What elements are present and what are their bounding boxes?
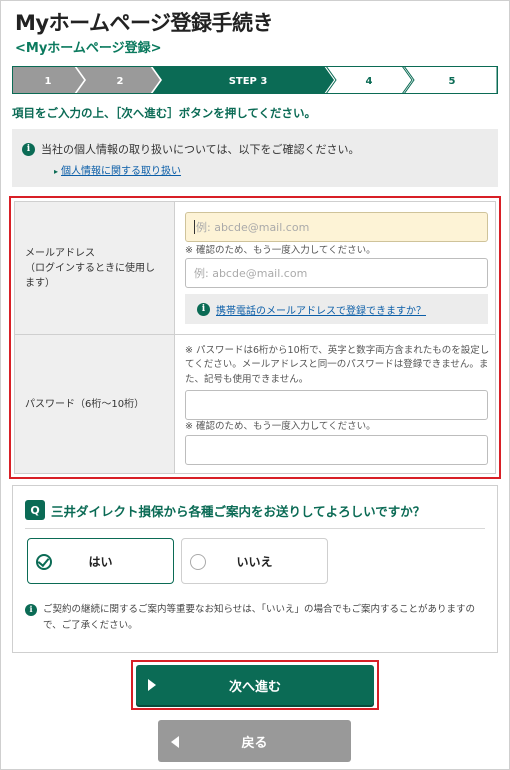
password-confirm-note: ※ 確認のため、もう一度入力してください。 xyxy=(185,421,376,432)
email-confirm-field[interactable]: 例: abcde@mail.com xyxy=(185,258,488,288)
email-row: メールアドレス （ログインするときに使用します） 例: abcde@mail.co… xyxy=(15,202,495,335)
page-title: Myホームページ登録手続き xyxy=(15,11,274,35)
email-label: メールアドレス （ログインするときに使用します） xyxy=(15,202,175,334)
password-label: パスワード（6桁〜10桁） xyxy=(15,335,175,473)
page: Myホームページ登録手続き <Myホームページ登録> 1 2 STEP 3 4 … xyxy=(0,0,510,770)
question-note-text: ご契約の継続に関するご案内等重要なお知らせは、「いいえ」の場合でもご案内すること… xyxy=(43,604,476,632)
checked-radio-icon xyxy=(36,554,52,570)
password-confirm-field[interactable] xyxy=(185,435,488,465)
step-4-label: 4 xyxy=(366,76,373,87)
step-5-label: 5 xyxy=(449,76,456,87)
registration-form: メールアドレス （ログインするときに使用します） 例: abcde@mail.co… xyxy=(14,201,496,474)
step-3-label: STEP 3 xyxy=(229,76,268,87)
privacy-policy-link[interactable]: 個人情報に関する取り扱い xyxy=(54,162,181,177)
question-text: 三井ダイレクト損保から各種ご案内をお送りしてよろしいですか？ xyxy=(51,504,426,519)
mail-consent-question: Q 三井ダイレクト損保から各種ご案内をお送りしてよろしいですか？ はい いいえ … xyxy=(12,485,498,653)
divider xyxy=(25,528,485,529)
email-label-text: メールアドレス （ログインするときに使用します） xyxy=(25,247,155,289)
instruction-text: 項目をご入力の上、［次へ進む］ボタンを押してください。 xyxy=(12,106,317,120)
email-placeholder: 例: abcde@mail.com xyxy=(196,221,310,234)
play-arrow-icon xyxy=(148,679,156,691)
page-subtitle: <Myホームページ登録> xyxy=(15,41,162,56)
email-confirm-note: ※ 確認のため、もう一度入力してください。 xyxy=(185,245,376,256)
unchecked-radio-icon xyxy=(190,554,206,570)
password-label-text: パスワード（6桁〜10桁） xyxy=(25,398,145,410)
password-field[interactable] xyxy=(185,390,488,420)
next-button[interactable]: 次へ進む xyxy=(136,665,374,705)
option-no[interactable]: いいえ xyxy=(181,538,328,584)
mobile-email-link[interactable]: 携帯電話のメールアドレスで登録できますか？ xyxy=(216,302,426,317)
back-button[interactable]: 戻る xyxy=(158,720,351,762)
info-icon: i xyxy=(25,604,37,616)
privacy-notice-text: 当社の個人情報の取り扱いについては、以下をご確認ください。 xyxy=(41,143,360,156)
mobile-email-help[interactable]: i 携帯電話のメールアドレスで登録できますか？ xyxy=(185,294,488,324)
question-badge: Q xyxy=(25,500,45,520)
back-button-label: 戻る xyxy=(241,735,268,751)
email-field[interactable]: 例: abcde@mail.com xyxy=(185,212,488,242)
next-button-highlight: 次へ進む xyxy=(131,660,379,710)
step-1-label: 1 xyxy=(45,76,52,87)
password-rule-note: ※ パスワードは6桁から10桁で、英字と数字両方含まれたものを設定してください。… xyxy=(185,345,490,385)
question-note: i ご契約の継続に関するご案内等重要なお知らせは、「いいえ」の場合でもご案内する… xyxy=(25,602,490,634)
option-yes[interactable]: はい xyxy=(27,538,174,584)
info-icon: i xyxy=(197,302,210,316)
next-button-label: 次へ進む xyxy=(228,679,281,695)
password-row: パスワード（6桁〜10桁） ※ パスワードは6桁から10桁で、英字と数字両方含ま… xyxy=(15,335,495,473)
back-arrow-icon xyxy=(171,736,179,748)
registration-form-highlight: メールアドレス （ログインするときに使用します） 例: abcde@mail.co… xyxy=(9,196,501,479)
privacy-notice: i 当社の個人情報の取り扱いについては、以下をご確認ください。 個人情報に関する… xyxy=(12,129,498,187)
step-progress: 1 2 STEP 3 4 5 xyxy=(12,66,498,94)
step-2-label: 2 xyxy=(117,76,124,87)
info-icon: i xyxy=(22,142,35,156)
email-confirm-placeholder: 例: abcde@mail.com xyxy=(194,267,308,280)
